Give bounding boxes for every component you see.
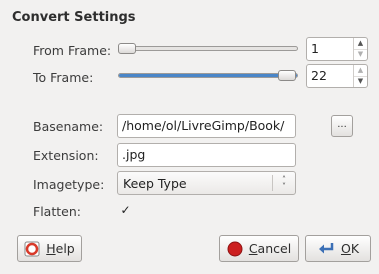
from-frame-slider-handle[interactable]: [118, 43, 136, 54]
to-frame-slider-fill: [119, 74, 297, 77]
ok-mnemonic: O: [340, 241, 351, 256]
from-frame-slider[interactable]: [118, 43, 298, 54]
extension-label: Extension:: [33, 148, 99, 163]
cancel-label-rest: ancel: [257, 241, 292, 256]
to-frame-value[interactable]: 22: [307, 65, 353, 87]
spin-down-icon[interactable]: ▼: [354, 75, 367, 88]
flatten-checkbox[interactable]: ✓: [119, 204, 132, 217]
imagetype-label: Imagetype:: [33, 177, 105, 192]
spin-up-icon[interactable]: ▲: [354, 38, 367, 49]
imagetype-selected: Keep Type: [123, 175, 187, 191]
to-frame-slider[interactable]: [118, 70, 298, 81]
cancel-mnemonic: C: [248, 241, 258, 256]
extension-input[interactable]: .jpg: [117, 143, 296, 167]
help-mnemonic: H: [46, 241, 56, 256]
help-label-rest: elp: [55, 241, 75, 256]
spin-down-icon[interactable]: ▼: [354, 48, 367, 61]
to-frame-spinbutton[interactable]: 22 ▲ ▼: [306, 64, 368, 88]
spin-up-icon[interactable]: ▲: [354, 65, 367, 76]
basename-label: Basename:: [33, 119, 104, 134]
cancel-button[interactable]: Cancel: [219, 235, 299, 262]
updown-arrows-icon: ˄ ˅: [282, 175, 286, 191]
ok-arrow-icon: [317, 241, 335, 257]
from-frame-label: From Frame:: [33, 43, 112, 58]
basename-input[interactable]: /home/ol/LivreGimp/Book/: [117, 114, 296, 138]
help-button[interactable]: Help: [17, 235, 82, 262]
imagetype-combo[interactable]: Keep Type ˄ ˅: [117, 171, 296, 195]
browse-button[interactable]: ...: [331, 115, 353, 137]
ok-label-rest: K: [350, 241, 360, 256]
cancel-icon: [227, 241, 243, 257]
section-title: Convert Settings: [12, 10, 136, 25]
to-frame-slider-handle[interactable]: [278, 70, 296, 81]
from-frame-spinbutton[interactable]: 1 ▲ ▼: [306, 37, 368, 61]
to-frame-label: To Frame:: [33, 70, 94, 85]
help-icon: [24, 241, 40, 257]
ok-button[interactable]: OK: [305, 235, 371, 262]
from-frame-value[interactable]: 1: [307, 38, 353, 60]
flatten-label: Flatten:: [33, 204, 81, 219]
